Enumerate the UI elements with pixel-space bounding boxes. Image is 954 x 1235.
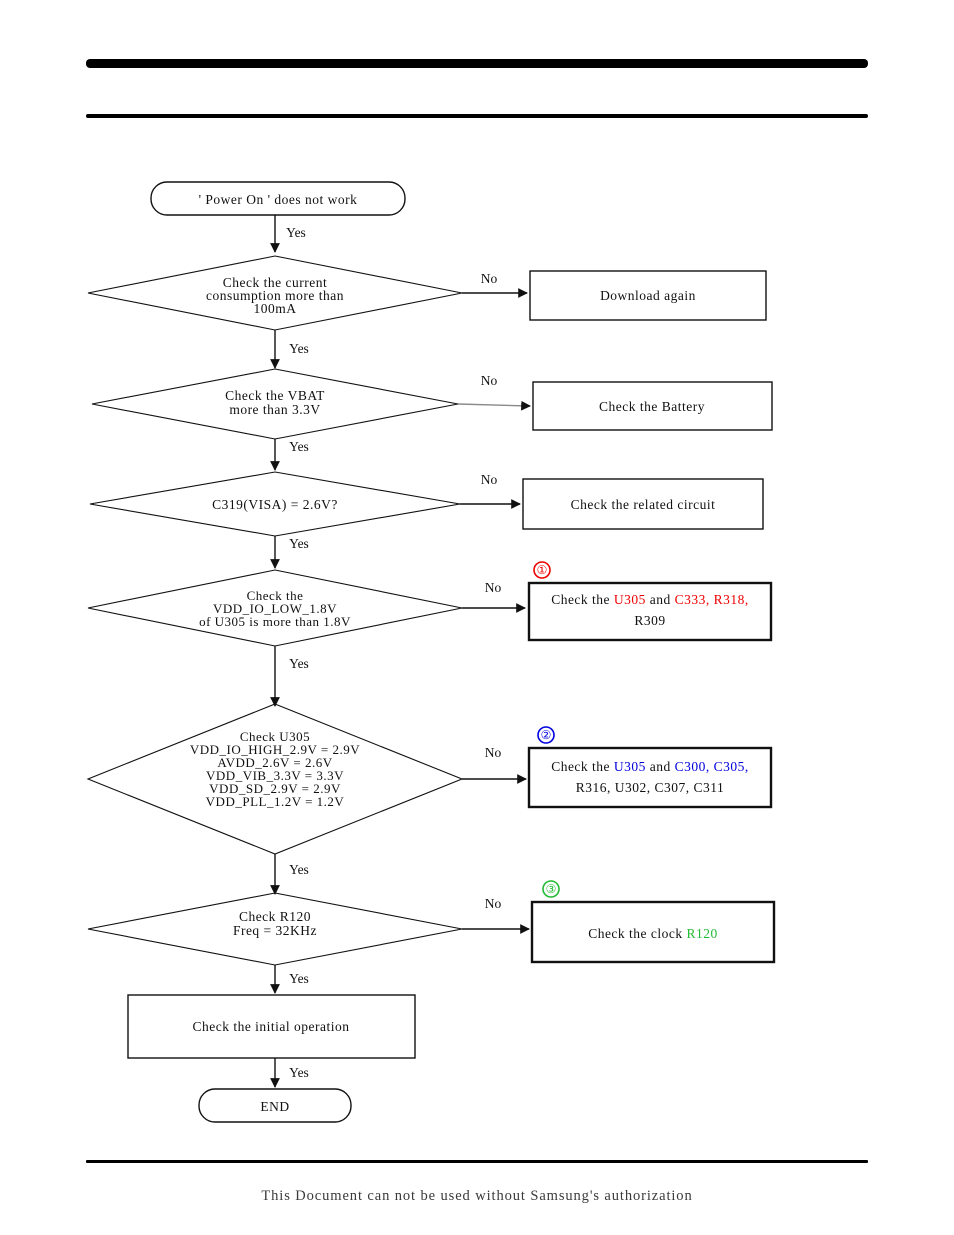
action-1-accent-a: U305: [614, 592, 646, 607]
action-3-line-1: Check the clock R120: [588, 926, 718, 941]
related-circuit-label: Check the related circuit: [571, 497, 716, 512]
edge-label-no-c319: No: [481, 472, 498, 487]
action-2-shape: [527, 746, 773, 809]
node-decision-vbat: Check the VBAT more than 3.3V: [91, 368, 459, 440]
c319-line-1: C319(VISA) = 2.6V?: [212, 497, 338, 512]
node-process-related-circuit: Check the related circuit: [522, 478, 764, 530]
download-again-label: Download again: [600, 288, 696, 303]
initial-operation-label: Check the initial operation: [192, 1019, 349, 1034]
vdd-io-low-line-3: of U305 is more than 1.8V: [199, 614, 351, 629]
badge-3-label: ③: [546, 882, 557, 896]
vbat-line-2: more than 3.3V: [229, 402, 320, 417]
edge-label-yes-vdd-io-low: Yes: [289, 656, 309, 671]
document-page: ' Power On ' does not work Yes Check the…: [0, 0, 954, 1235]
r120-clock-line-2: Freq = 32KHz: [233, 923, 317, 938]
node-decision-u305-rails: Check U305 VDD_IO_HIGH_2.9V = 2.9V AVDD_…: [86, 703, 464, 855]
badge-2-label: ②: [541, 728, 552, 742]
start-label: ' Power On ' does not work: [199, 192, 358, 207]
edge-label-yes-start: Yes: [286, 225, 306, 240]
node-decision-r120-clock: Check R120 Freq = 32KHz: [87, 892, 463, 966]
edge-label-yes-initial: Yes: [289, 1065, 309, 1080]
action-1-line-2: R309: [634, 613, 665, 628]
r120-clock-line-1: Check R120: [239, 909, 311, 924]
end-label: END: [260, 1099, 289, 1114]
node-action-1: Check the U305 and C333, R318, R309: [527, 581, 773, 642]
edge-label-yes-vbat: Yes: [289, 439, 309, 454]
node-decision-current-consumption: Check the current consumption more than …: [87, 255, 463, 331]
edge-label-yes-r120: Yes: [289, 971, 309, 986]
action-1-plain-a: Check the: [551, 592, 614, 607]
node-decision-c319: C319(VISA) = 2.6V?: [89, 471, 461, 537]
edge-label-yes-current: Yes: [289, 341, 309, 356]
node-process-initial-operation: Check the initial operation: [127, 994, 416, 1059]
edge-label-yes-c319: Yes: [289, 536, 309, 551]
action-2-accent-b: C300, C305,: [675, 759, 749, 774]
action-2-plain-b: and: [646, 759, 675, 774]
node-end: END: [198, 1088, 352, 1123]
edge-label-no-r120: No: [485, 896, 502, 911]
node-decision-vdd-io-low: Check the VDD_IO_LOW_1.8V of U305 is mor…: [87, 569, 463, 647]
node-action-2: Check the U305 and C300, C305, R316, U30…: [527, 746, 773, 809]
vbat-line-1: Check the VBAT: [225, 388, 325, 403]
node-start: ' Power On ' does not work: [150, 181, 406, 216]
node-process-download-again: Download again: [529, 270, 767, 321]
edge-label-no-vdd-io-low: No: [485, 580, 502, 595]
badge-action-2: ②: [537, 726, 555, 744]
edge-label-no-current: No: [481, 271, 498, 286]
check-battery-label: Check the Battery: [599, 399, 705, 414]
u305-rails-line-6: VDD_PLL_1.2V = 1.2V: [206, 794, 345, 809]
action-2-line-1: Check the U305 and C300, C305,: [551, 759, 749, 774]
node-action-3: Check the clock R120: [530, 900, 776, 964]
node-process-check-battery: Check the Battery: [532, 381, 773, 431]
action-1-line-1: Check the U305 and C333, R318,: [551, 592, 749, 607]
action-2-line-2: R316, U302, C307, C311: [576, 780, 725, 795]
edge-vbat-no: [457, 400, 531, 411]
edge-label-no-vbat: No: [481, 373, 498, 388]
action-3-accent-a: R120: [687, 926, 718, 941]
badge-action-3: ③: [542, 880, 560, 898]
action-1-accent-b: C333, R318,: [675, 592, 749, 607]
edge-label-yes-u305-rails: Yes: [289, 862, 309, 877]
action-2-accent-a: U305: [614, 759, 646, 774]
action-3-plain-a: Check the clock: [588, 926, 686, 941]
footer-note: This Document can not be used without Sa…: [261, 1188, 693, 1204]
flowchart-canvas: ' Power On ' does not work Yes Check the…: [86, 181, 776, 1123]
footer-rule: [86, 1160, 868, 1163]
edge-label-no-u305-rails: No: [485, 745, 502, 760]
action-2-plain-a: Check the: [551, 759, 614, 774]
badge-1-label: ①: [537, 563, 548, 577]
current-consumption-line-3: 100mA: [254, 301, 297, 316]
action-1-plain-b: and: [646, 592, 675, 607]
badge-action-1: ①: [533, 561, 551, 579]
